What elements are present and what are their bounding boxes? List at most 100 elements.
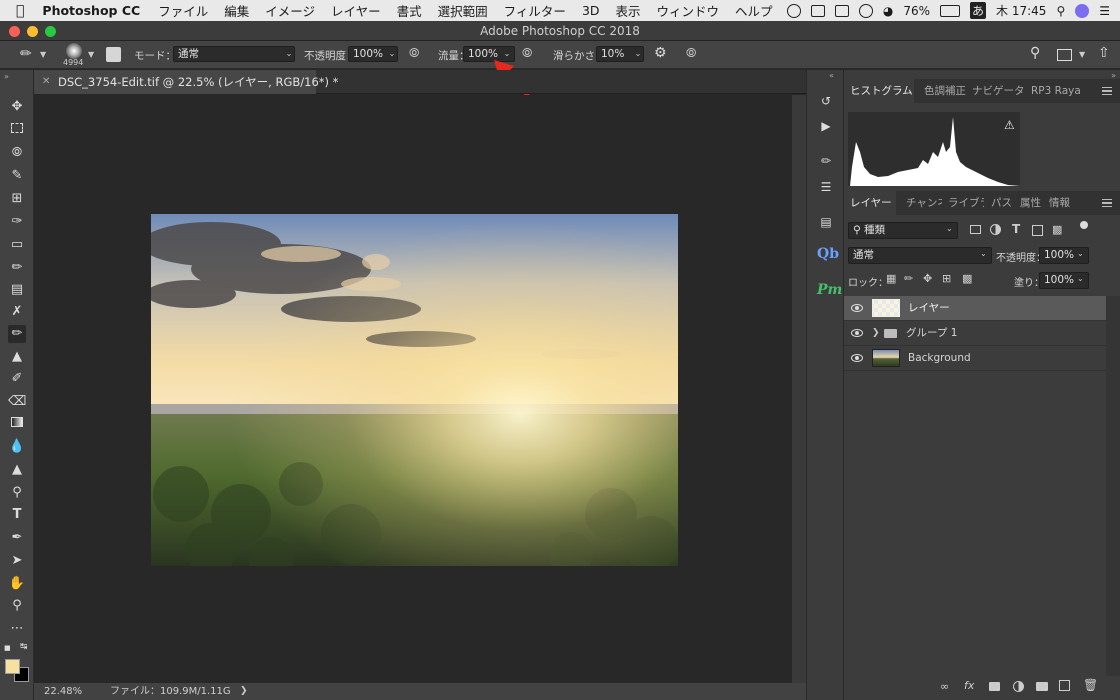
gear-icon[interactable]: ⚙: [654, 45, 667, 61]
siri-icon[interactable]: [1075, 3, 1090, 18]
chevron-down-icon[interactable]: ⌄: [1077, 249, 1084, 258]
link-layers-icon[interactable]: ∞: [940, 680, 949, 693]
minimize-window-button[interactable]: [27, 26, 38, 37]
adjustment-layer-icon[interactable]: [1013, 681, 1024, 692]
panel-menu-icon[interactable]: [1102, 87, 1112, 95]
brush-tool-preset-icon[interactable]: ✏: [20, 46, 32, 62]
brush-settings-panel-icon[interactable]: [106, 47, 121, 62]
visibility-eye-icon[interactable]: [851, 329, 863, 337]
panel-menu-icon[interactable]: [1102, 199, 1112, 207]
layer-name[interactable]: グループ 1: [906, 321, 957, 346]
blend-mode-select[interactable]: 通常: [848, 247, 992, 264]
path-selection-tool-icon[interactable]: ➤: [8, 552, 26, 570]
mode-select[interactable]: 通常: [173, 46, 295, 62]
layer-thumbnail[interactable]: [872, 299, 900, 317]
menu-window[interactable]: ウィンドウ: [649, 1, 728, 20]
new-group-icon[interactable]: [1036, 682, 1048, 691]
file-info[interactable]: ファイル：109.9M/1.11G: [110, 683, 231, 700]
qb-plugin-icon[interactable]: Qb: [817, 246, 839, 266]
clone-source-panel-icon[interactable]: ▤: [817, 213, 835, 231]
eraser-tool-icon[interactable]: ⌫: [8, 393, 26, 411]
tab-raya-pro[interactable]: RP3 Raya Pr: [1031, 79, 1085, 103]
menu-image[interactable]: イメージ: [257, 1, 323, 20]
filter-type-icon[interactable]: T: [1012, 222, 1020, 236]
sharpen-tool-icon[interactable]: ▲: [8, 461, 26, 479]
filter-shape-icon[interactable]: [1032, 225, 1043, 236]
visibility-eye-icon[interactable]: [851, 354, 863, 362]
layers-scrollbar[interactable]: [1106, 296, 1120, 676]
app-menu[interactable]: Photoshop CC: [34, 3, 150, 18]
zoom-tool-icon[interactable]: ⚲: [8, 597, 26, 615]
tab-layers[interactable]: レイヤー: [844, 191, 896, 215]
wifi-icon[interactable]: ◕: [883, 4, 893, 18]
blur-tool-icon[interactable]: 💧: [8, 438, 26, 456]
lasso-tool-icon[interactable]: ⦾: [8, 144, 26, 162]
chevron-down-icon[interactable]: ⌄: [386, 46, 398, 62]
mixer-brush-tool-icon[interactable]: ✐: [8, 370, 26, 388]
add-mask-icon[interactable]: [989, 682, 1000, 691]
menubar-clock[interactable]: 木 17:45: [996, 2, 1046, 19]
chevron-down-icon[interactable]: ▼: [1079, 50, 1085, 59]
tab-adjustments[interactable]: 色調補正: [924, 79, 966, 103]
brush-preview-icon[interactable]: [66, 43, 82, 59]
chevron-down-icon[interactable]: ⌄: [946, 224, 953, 233]
clone-stamp-tool-icon[interactable]: ▤: [8, 281, 26, 299]
adjustments-panel-icon[interactable]: ☰: [817, 178, 835, 196]
filter-smart-object-icon[interactable]: ▩: [1052, 223, 1062, 236]
chevron-down-icon[interactable]: ▼: [88, 50, 94, 59]
lock-position-icon[interactable]: ✥: [923, 272, 932, 285]
lock-image-icon[interactable]: ✏: [904, 272, 913, 285]
dodge-tool-icon[interactable]: ⚲: [8, 484, 26, 502]
gradient-tool-icon[interactable]: [8, 415, 26, 433]
battery-icon[interactable]: [940, 4, 961, 17]
tab-navigator[interactable]: ナビゲーター: [972, 79, 1024, 103]
menu-help[interactable]: ヘルプ: [727, 1, 781, 20]
layer-style-icon[interactable]: fx: [964, 679, 974, 692]
vertical-scrollbar[interactable]: [792, 95, 806, 683]
visibility-eye-icon[interactable]: [851, 304, 863, 312]
workspace-icon[interactable]: [1057, 49, 1072, 61]
layer-filter-select[interactable]: ⚲ 種類: [848, 222, 958, 239]
layer-thumbnail[interactable]: [872, 349, 900, 367]
move-tool-icon[interactable]: ✥: [8, 98, 26, 116]
hand-tool-icon[interactable]: ✋: [8, 575, 26, 593]
marquee-tool-icon[interactable]: [8, 121, 26, 139]
chevron-down-icon[interactable]: ⌄: [283, 46, 295, 62]
menu-filter[interactable]: フィルター: [496, 1, 574, 20]
warning-icon[interactable]: ⚠: [1004, 118, 1015, 132]
time-machine-icon[interactable]: [858, 3, 873, 18]
close-tab-icon[interactable]: ✕: [42, 70, 50, 94]
brush-tool-active-icon[interactable]: ✏: [8, 325, 26, 343]
menu-edit[interactable]: 編集: [216, 1, 257, 20]
eyedropper-tool-icon[interactable]: ✑: [8, 213, 26, 231]
swap-colors-icon[interactable]: ↹: [20, 642, 28, 652]
document-image[interactable]: [151, 214, 678, 566]
status-window-icon[interactable]: [810, 4, 825, 17]
chevron-right-icon[interactable]: ❯: [872, 321, 880, 346]
zoom-window-button[interactable]: [45, 26, 56, 37]
collapse-toolbar-icon[interactable]: »: [4, 72, 9, 81]
layer-row[interactable]: レイヤー: [844, 296, 1106, 321]
brush-tool-icon[interactable]: ✏: [8, 259, 26, 277]
tab-histogram[interactable]: ヒストグラム: [844, 79, 914, 103]
pm-plugin-icon[interactable]: Pm: [817, 282, 842, 302]
close-window-button[interactable]: [9, 26, 20, 37]
status-menu-arrow-icon[interactable]: ❯: [240, 683, 248, 700]
tab-properties[interactable]: 属性: [1020, 191, 1042, 215]
chevron-down-icon[interactable]: ⌄: [1077, 274, 1084, 283]
stamp-tool-icon[interactable]: ▲: [8, 348, 26, 366]
filter-image-icon[interactable]: [970, 225, 981, 234]
filter-adjustment-icon[interactable]: [990, 224, 1001, 235]
airplay-icon[interactable]: [834, 4, 849, 17]
chevron-down-icon[interactable]: ⌄: [980, 249, 987, 258]
tab-info[interactable]: 情報: [1049, 191, 1073, 215]
chevron-down-icon[interactable]: ▼: [40, 50, 46, 59]
menu-file[interactable]: ファイル: [150, 1, 216, 20]
history-brush-tool-icon[interactable]: ✗: [8, 303, 26, 321]
share-icon[interactable]: ⇧: [1098, 45, 1110, 61]
menu-view[interactable]: 表示: [608, 1, 649, 20]
spotlight-icon[interactable]: ⚲: [1056, 4, 1065, 18]
more-tools-icon[interactable]: ⋯: [8, 620, 26, 638]
chevron-down-icon[interactable]: ⌄: [632, 46, 644, 62]
lock-transparent-icon[interactable]: ▦: [886, 272, 896, 285]
